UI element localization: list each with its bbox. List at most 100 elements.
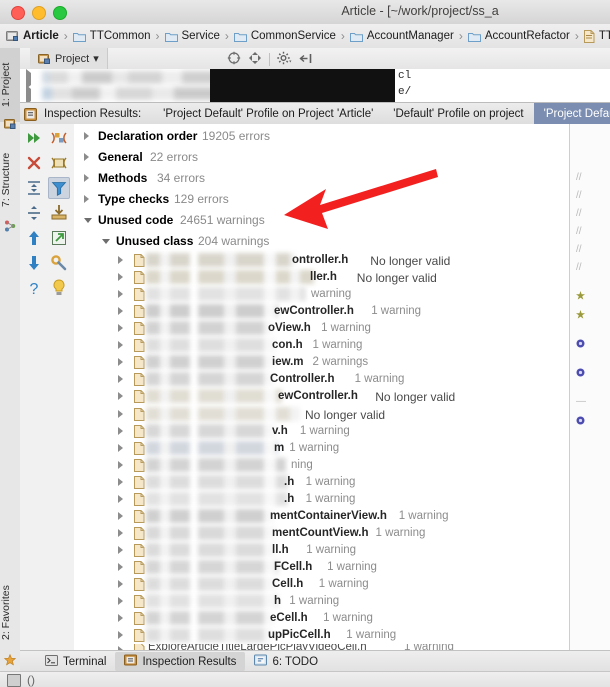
chevron-down-icon[interactable] bbox=[100, 236, 111, 247]
breadcrumb-item-article[interactable]: Article bbox=[6, 30, 59, 42]
chevron-right-icon[interactable] bbox=[82, 131, 93, 142]
chevron-right-icon[interactable] bbox=[118, 597, 128, 607]
chevron-right-icon[interactable] bbox=[118, 375, 128, 385]
inspection-file-row[interactable]: ewController.h No longer valid bbox=[74, 388, 569, 405]
inspection-file-row[interactable]: v.h 1 warning bbox=[74, 423, 569, 440]
redacted-file-path bbox=[146, 457, 286, 472]
chevron-down-icon[interactable] bbox=[82, 215, 93, 226]
quick-fix-bulb-icon[interactable] bbox=[48, 277, 70, 299]
hide-icon[interactable] bbox=[299, 52, 312, 68]
rerun-icon[interactable] bbox=[23, 127, 45, 149]
sidebar-item-favorites[interactable]: 2: Favorites bbox=[0, 568, 20, 658]
inspection-file-row[interactable]: Cell.h 1 warning bbox=[74, 576, 569, 593]
inspection-tab-2[interactable]: 'Project Default' Profile bbox=[533, 103, 610, 125]
chevron-right-icon[interactable] bbox=[118, 409, 128, 420]
breadcrumb-item-service[interactable]: Service bbox=[164, 30, 220, 42]
filter-resolved-icon[interactable] bbox=[48, 177, 70, 199]
tree-group-declaration-order[interactable]: Declaration order 19205 errors bbox=[74, 126, 569, 147]
group-by-directory-icon[interactable] bbox=[48, 152, 70, 174]
chevron-right-icon[interactable] bbox=[118, 256, 128, 266]
inspection-file-row[interactable]: eCell.h 1 warning bbox=[74, 610, 569, 627]
chevron-right-icon[interactable] bbox=[118, 290, 128, 300]
bottom-tab-terminal[interactable]: Terminal bbox=[36, 652, 115, 671]
chevron-right-icon[interactable] bbox=[118, 494, 128, 505]
chevron-right-icon[interactable] bbox=[118, 614, 128, 624]
chevron-right-icon[interactable] bbox=[118, 511, 128, 522]
chevron-right-icon[interactable] bbox=[118, 324, 128, 334]
inspection-file-row[interactable]: m 1 warning bbox=[74, 440, 569, 457]
breadcrumb-item-ttacc[interactable]: TTAcc bbox=[583, 29, 610, 43]
file-name: h bbox=[274, 595, 282, 607]
breadcrumb-item-ttcommon[interactable]: TTCommon bbox=[72, 30, 151, 42]
expand-all-icon[interactable] bbox=[23, 177, 45, 199]
breadcrumb-item-accountrefactor[interactable]: AccountRefactor bbox=[467, 30, 570, 42]
collapse-all-icon[interactable] bbox=[23, 202, 45, 224]
locate-icon[interactable] bbox=[227, 51, 241, 68]
chevron-right-icon[interactable] bbox=[118, 545, 128, 556]
chevron-right-icon[interactable] bbox=[82, 194, 93, 205]
tree-group-unused-code[interactable]: Unused code 24651 warnings bbox=[74, 210, 569, 231]
inspection-file-row[interactable]: iew.m 2 warnings bbox=[74, 354, 569, 371]
next-occurrence-icon[interactable] bbox=[23, 252, 45, 274]
inspection-file-row[interactable]: ll.h 1 warning bbox=[74, 542, 569, 559]
chevron-right-icon[interactable] bbox=[118, 358, 128, 368]
inspection-file-row[interactable]: ewController.h 1 warning bbox=[74, 303, 569, 320]
tree-group-type-checks[interactable]: Type checks 129 errors bbox=[74, 189, 569, 210]
chevron-right-icon[interactable] bbox=[118, 392, 128, 402]
bottom-tab-todo[interactable]: 6: TODO bbox=[245, 652, 327, 671]
chevron-right-icon[interactable] bbox=[118, 460, 128, 471]
chevron-right-icon[interactable] bbox=[118, 579, 128, 590]
close-x-icon[interactable] bbox=[23, 152, 45, 174]
toggle-toolwindows-icon[interactable] bbox=[7, 674, 21, 687]
chevron-right-icon[interactable] bbox=[26, 69, 31, 89]
sidebar-item-structure[interactable]: 7: Structure bbox=[0, 136, 20, 224]
chevron-right-icon[interactable] bbox=[118, 273, 128, 283]
tree-group-methods[interactable]: Methods 34 errors bbox=[74, 168, 569, 189]
inspection-file-row[interactable]: .h 1 warning bbox=[74, 474, 569, 491]
inspection-file-row[interactable]: oView.h 1 warning bbox=[74, 320, 569, 337]
export-icon[interactable] bbox=[48, 202, 70, 224]
chevron-right-icon[interactable] bbox=[118, 443, 128, 454]
chevron-right-icon[interactable] bbox=[118, 341, 128, 351]
inspection-tab-0[interactable]: 'Project Default' Profile on Project 'Ar… bbox=[153, 103, 383, 125]
edit-settings-icon[interactable] bbox=[48, 252, 70, 274]
chevron-right-icon[interactable] bbox=[118, 631, 128, 641]
chevron-right-icon[interactable] bbox=[82, 173, 93, 184]
group-by-severity-icon[interactable] bbox=[48, 127, 70, 149]
chevron-right-icon[interactable] bbox=[118, 562, 128, 573]
project-toolwindow-header: Project ▾ bbox=[20, 48, 610, 70]
previous-occurrence-icon[interactable] bbox=[23, 227, 45, 249]
tree-group-general[interactable]: General 22 errors bbox=[74, 147, 569, 168]
inspection-file-row[interactable]: con.h 1 warning bbox=[74, 337, 569, 354]
inspection-file-row[interactable]: FCell.h 1 warning bbox=[74, 559, 569, 576]
chevron-right-icon[interactable] bbox=[82, 152, 93, 163]
open-in-new-window-icon[interactable] bbox=[48, 227, 70, 249]
inspection-file-row[interactable]: No longer valid bbox=[74, 406, 569, 423]
inspection-file-row[interactable]: upPicCell.h 1 warning bbox=[74, 627, 569, 644]
inspection-file-row[interactable]: Controller.h 1 warning bbox=[74, 371, 569, 388]
settings-gear-icon[interactable] bbox=[277, 51, 292, 68]
inspection-tab-1[interactable]: 'Default' Profile on project bbox=[383, 103, 533, 125]
inspection-file-row[interactable]: mentCountView.h 1 warning bbox=[74, 525, 569, 542]
chevron-right-icon[interactable] bbox=[118, 426, 128, 437]
sidebar-item-project[interactable]: 1: Project bbox=[0, 48, 20, 122]
chevron-right-icon[interactable] bbox=[118, 307, 128, 317]
inspection-file-row[interactable]: mentContainerView.h 1 warning bbox=[74, 508, 569, 525]
bottom-tab-inspection-results[interactable]: Inspection Results bbox=[115, 652, 246, 671]
inspection-file-row[interactable]: ontroller.h No longer valid bbox=[74, 252, 569, 269]
chevron-right-icon[interactable] bbox=[26, 85, 31, 102]
breadcrumb-item-commonservice[interactable]: CommonService bbox=[233, 30, 336, 42]
chevron-right-icon[interactable] bbox=[118, 528, 128, 539]
inspection-file-row[interactable]: .h 1 warning bbox=[74, 491, 569, 508]
chevron-down-icon[interactable]: ▾ bbox=[93, 52, 99, 65]
project-tab[interactable]: Project ▾ bbox=[30, 48, 108, 69]
chevron-right-icon[interactable] bbox=[118, 477, 128, 488]
tree-group-unused-class[interactable]: Unused class 204 warnings bbox=[74, 231, 569, 252]
expand-collapse-icon[interactable] bbox=[248, 51, 262, 68]
inspection-file-row[interactable]: warning bbox=[74, 286, 569, 303]
inspection-file-row[interactable]: ller.h No longer valid bbox=[74, 269, 569, 286]
help-icon[interactable]: ? bbox=[23, 277, 45, 299]
inspection-file-row[interactable]: h 1 warning bbox=[74, 593, 569, 610]
inspection-file-row[interactable]: ning bbox=[74, 457, 569, 474]
breadcrumb-item-accountmanager[interactable]: AccountManager bbox=[349, 30, 454, 42]
